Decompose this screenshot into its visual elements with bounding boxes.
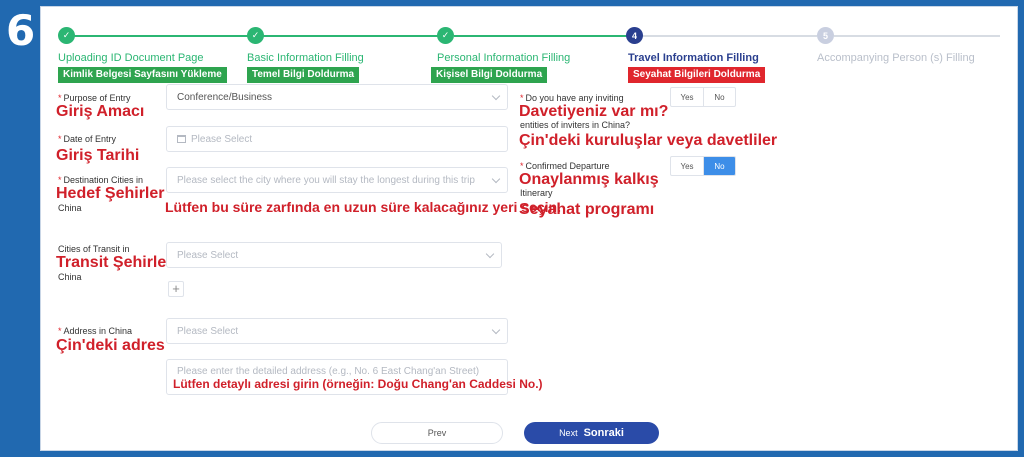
departure-translation: Onaylanmış kalkış — [519, 171, 659, 188]
address-label: * Address in China — [58, 326, 133, 336]
transit-select[interactable]: Please Select — [166, 242, 502, 268]
inviting-toggle[interactable]: Yes No — [670, 87, 736, 107]
purpose-select[interactable]: Conference/Business — [166, 84, 508, 110]
destination-placeholder: Please select the city where you will st… — [177, 174, 475, 186]
inviting-translation-cont: Çin'deki kuruluşlar veya davetliler — [519, 132, 778, 149]
inviting-yes-option[interactable]: Yes — [671, 88, 703, 106]
prev-button[interactable]: Prev — [371, 422, 503, 444]
address-hint-translation: Lütfen detaylı adresi girin (örneğin: Do… — [173, 377, 543, 391]
destination-hint-translation: Lütfen bu süre zarfında en uzun süre kal… — [165, 199, 561, 215]
form-panel: ✓ Uploading ID Document Page Kimlik Belg… — [40, 6, 1018, 451]
destination-select[interactable]: Please select the city where you will st… — [166, 167, 508, 193]
step-1-label: Uploading ID Document Page — [58, 52, 204, 64]
departure-label-cont: Itinerary — [520, 188, 553, 198]
destination-label-country: China — [58, 203, 82, 213]
inviting-translation: Davetiyeniz var mı? — [519, 103, 669, 120]
step-4-translation: Seyahat Bilgileri Doldurma — [628, 67, 766, 83]
chevron-down-icon — [491, 174, 501, 184]
step-2-checkmark-icon: ✓ — [247, 27, 264, 44]
chevron-down-icon — [491, 91, 501, 101]
chevron-down-icon — [485, 249, 495, 259]
step-3-checkmark-icon: ✓ — [437, 27, 454, 44]
step-5-label: Accompanying Person (s) Filling — [817, 52, 975, 64]
purpose-value: Conference/Business — [177, 91, 273, 103]
stepper-connector — [454, 35, 634, 37]
next-button-label: Next — [559, 428, 578, 438]
step-4-label: Travel Information Filling — [628, 52, 759, 64]
next-button-translation: Sonraki — [583, 427, 624, 439]
chevron-down-icon — [491, 325, 501, 335]
address-select[interactable]: Please Select — [166, 318, 508, 344]
destination-translation: Hedef Şehirler — [56, 185, 165, 202]
step-1-translation: Kimlik Belgesi Sayfasını Yükleme — [58, 67, 227, 83]
departure-no-option[interactable]: No — [703, 157, 735, 175]
tutorial-step-number: 6 — [6, 6, 36, 55]
transit-placeholder: Please Select — [177, 249, 239, 261]
step-2-translation: Temel Bilgi Doldurma — [247, 67, 360, 83]
step-3-translation: Kişisel Bilgi Doldurma — [431, 67, 548, 83]
add-transit-city-button[interactable]: + — [168, 281, 184, 297]
transit-translation: Transit Şehirler — [56, 254, 173, 271]
next-button[interactable]: Next Sonraki — [524, 422, 659, 444]
step-3-label: Personal Information Filling — [437, 52, 571, 64]
calendar-icon — [177, 135, 186, 143]
date-placeholder: Please Select — [191, 133, 253, 145]
transit-label-country: China — [58, 272, 82, 282]
stepper-connector — [834, 35, 1000, 37]
address-translation: Çin'deki adres — [56, 337, 165, 354]
stepper-connector — [263, 35, 446, 37]
inviting-no-option[interactable]: No — [703, 88, 735, 106]
departure-yes-option[interactable]: Yes — [671, 157, 703, 175]
date-label: * Date of Entry — [58, 134, 117, 144]
inviting-label-cont: entities of inviters in China? — [520, 120, 631, 130]
purpose-translation: Giriş Amacı — [56, 103, 145, 120]
step-4-number: 4 — [626, 27, 643, 44]
step-1-checkmark-icon: ✓ — [58, 27, 75, 44]
date-translation: Giriş Tarihi — [56, 147, 140, 164]
step-2-label: Basic Information Filling — [247, 52, 364, 64]
stepper-connector — [642, 35, 817, 37]
stepper-connector — [67, 35, 255, 37]
address-placeholder: Please Select — [177, 325, 239, 337]
departure-translation-cont: Seyahat programı — [519, 201, 655, 218]
date-picker[interactable]: Please Select — [166, 126, 508, 152]
step-5-number: 5 — [817, 27, 834, 44]
departure-toggle[interactable]: Yes No — [670, 156, 736, 176]
